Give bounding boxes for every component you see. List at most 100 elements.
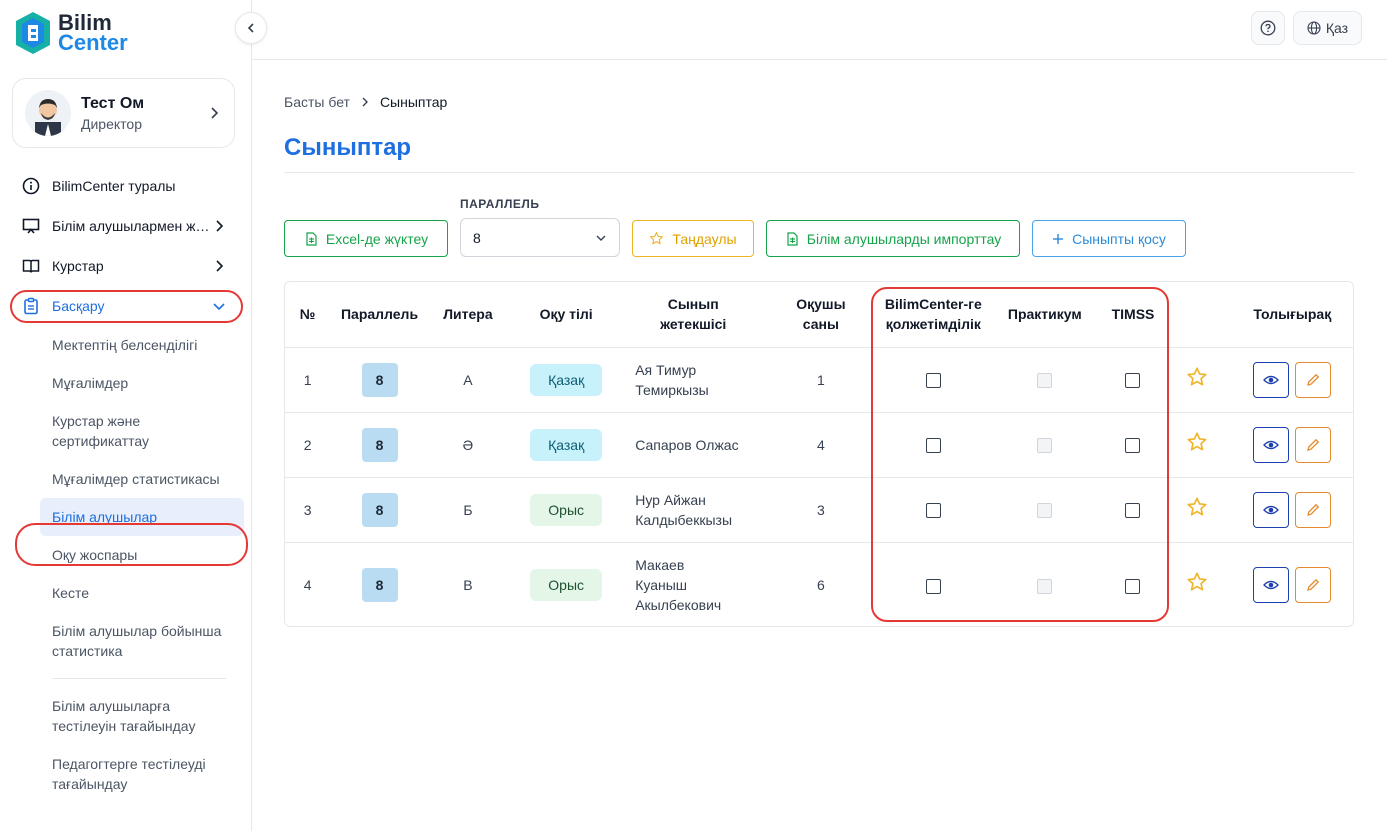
submenu-item-students[interactable]: Білім алушылар xyxy=(40,498,244,536)
star-icon[interactable] xyxy=(1186,431,1208,453)
header-litera: Литера xyxy=(443,306,493,323)
parallel-badge: 8 xyxy=(361,362,398,397)
submenu-item-courses-cert[interactable]: Курстар және сертификаттау xyxy=(52,402,252,460)
chevron-down-icon xyxy=(596,235,606,241)
edit-button[interactable] xyxy=(1295,491,1332,528)
parallel-badge: 8 xyxy=(361,427,398,462)
language-switcher[interactable]: Қаз xyxy=(1293,11,1362,45)
help-button[interactable] xyxy=(1251,11,1285,45)
favorites-button[interactable]: Таңдаулы xyxy=(632,220,754,257)
practicum-checkbox xyxy=(1037,578,1053,594)
submenu-item-curriculum[interactable]: Оқу жоспары xyxy=(52,536,252,574)
lang-badge: Қазақ xyxy=(530,363,603,396)
logo[interactable]: Bilim Center xyxy=(14,10,128,56)
pencil-icon xyxy=(1307,373,1320,386)
timss-checkbox[interactable] xyxy=(1125,438,1141,454)
submenu-item-assign-student-tests[interactable]: Білім алушыларға тестілеуін тағайындау xyxy=(52,687,252,745)
chevron-left-icon xyxy=(247,23,254,33)
eye-icon xyxy=(1263,580,1280,589)
header-favorite xyxy=(1162,282,1231,347)
table-row: 3 8 Б Орыс Нур Айжан Калдыбеккызы 3 xyxy=(285,476,1353,542)
chevron-right-icon xyxy=(216,220,224,232)
eye-icon xyxy=(1263,375,1280,384)
submenu-item-student-stats[interactable]: Білім алушылар бойынша статистика xyxy=(52,612,252,670)
parallel-filter-label: ПАРАЛЛЕЛЬ xyxy=(460,197,540,211)
parallel-badge: 8 xyxy=(361,492,398,527)
header-students: Оқушы саны xyxy=(796,296,846,333)
nav-item-courses[interactable]: Курстар xyxy=(0,246,252,286)
lang-badge: Қазақ xyxy=(530,428,603,461)
nav-item-about[interactable]: BilimCenter туралы xyxy=(0,166,252,206)
chevron-right-icon xyxy=(216,260,224,272)
timss-checkbox[interactable] xyxy=(1125,503,1141,519)
view-button[interactable] xyxy=(1253,491,1290,528)
file-excel-icon xyxy=(306,231,317,246)
user-card[interactable]: Тест Ом Директор xyxy=(12,78,235,148)
question-icon xyxy=(1260,20,1276,36)
access-checkbox[interactable] xyxy=(925,503,941,519)
table-row: 1 8 А Қазақ Ая Тимур Темиркызы 1 xyxy=(285,346,1353,412)
timss-checkbox[interactable] xyxy=(1125,578,1141,594)
submenu-item-assign-teacher-tests[interactable]: Педагогтерге тестілеуді тағайындау xyxy=(52,745,252,803)
excel-download-label: Excel-де жүктеу xyxy=(325,230,429,247)
cell-students: 1 xyxy=(761,346,881,412)
add-class-button[interactable]: Сыныпты қосу xyxy=(1032,220,1186,257)
edit-button[interactable] xyxy=(1295,426,1332,463)
submenu: Мектептің белсенділігі Мұғалімдер Курста… xyxy=(0,326,252,803)
star-icon[interactable] xyxy=(1186,366,1208,388)
chevron-right-icon xyxy=(211,107,219,119)
access-checkbox[interactable] xyxy=(925,373,941,389)
parallel-select-value: 8 xyxy=(473,229,481,246)
nav-item-label: Басқару xyxy=(52,298,105,314)
eye-icon xyxy=(1263,440,1280,449)
chevron-right-icon xyxy=(362,97,368,107)
view-button[interactable] xyxy=(1253,426,1290,463)
excel-download-button[interactable]: Excel-де жүктеу xyxy=(284,220,448,257)
cell-num: 1 xyxy=(285,346,331,412)
language-label: Қаз xyxy=(1325,20,1349,36)
pencil-icon xyxy=(1307,438,1320,451)
access-checkbox[interactable] xyxy=(925,578,941,594)
import-students-label: Білім алушыларды импорттау xyxy=(806,230,1002,247)
submenu-divider xyxy=(52,678,226,679)
classes-table: № Параллель Литера Оқу тілі Сынып жетекш… xyxy=(284,281,1354,627)
nav-item-label: Білім алушылармен жұмыс xyxy=(52,218,212,234)
page-title: Сыныптар xyxy=(284,134,412,161)
breadcrumb-home[interactable]: Басты бет xyxy=(284,94,350,110)
pencil-icon xyxy=(1307,503,1320,516)
submenu-item-school-activity[interactable]: Мектептің белсенділігі xyxy=(52,326,252,364)
timss-checkbox[interactable] xyxy=(1125,373,1141,389)
nav-item-management[interactable]: Басқару xyxy=(0,286,252,326)
header-num: № xyxy=(299,306,316,323)
header-teacher: Сынып жетекшісі xyxy=(660,296,727,333)
avatar xyxy=(25,90,71,136)
access-checkbox[interactable] xyxy=(925,438,941,454)
nav-item-label: Курстар xyxy=(52,258,104,274)
cell-litera: Б xyxy=(428,476,508,542)
submenu-item-teachers[interactable]: Мұғалімдер xyxy=(52,364,252,402)
header-timss: TIMSS xyxy=(1111,306,1155,323)
header-access: BilimCenter-ге қолжетімділік xyxy=(884,296,982,333)
title-divider xyxy=(284,172,1354,173)
monitor-icon xyxy=(22,217,40,235)
edit-button[interactable] xyxy=(1295,361,1332,398)
edit-button[interactable] xyxy=(1295,566,1332,603)
nav-menu: BilimCenter туралы Білім алушылармен жұм… xyxy=(0,166,252,803)
parallel-select[interactable]: 8 xyxy=(460,218,620,257)
globe-icon xyxy=(1307,21,1321,35)
view-button[interactable] xyxy=(1253,566,1290,603)
header-practicum: Практикум xyxy=(1007,306,1082,323)
nav-item-students-work[interactable]: Білім алушылармен жұмыс xyxy=(0,206,252,246)
star-icon[interactable] xyxy=(1186,571,1208,593)
cell-litera: Ә xyxy=(428,411,508,477)
star-icon[interactable] xyxy=(1186,496,1208,518)
view-button[interactable] xyxy=(1253,361,1290,398)
submenu-item-schedule[interactable]: Кесте xyxy=(52,574,252,612)
cell-num: 4 xyxy=(285,541,331,626)
table-row: 2 8 Ә Қазақ Сапаров Олжас 4 xyxy=(285,411,1353,477)
import-students-button[interactable]: Білім алушыларды импорттау xyxy=(766,220,1020,257)
sidebar-collapse-button[interactable] xyxy=(235,12,267,44)
submenu-item-teacher-stats[interactable]: Мұғалімдер статистикасы xyxy=(52,460,252,498)
chevron-down-icon xyxy=(213,303,225,311)
header-parallel: Параллель xyxy=(340,306,419,323)
